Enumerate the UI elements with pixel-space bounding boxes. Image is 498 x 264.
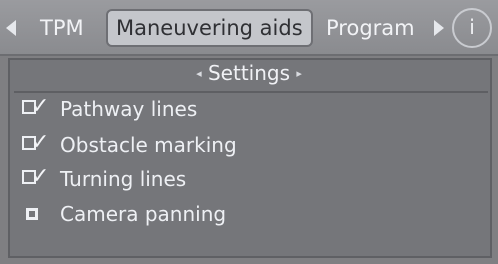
- option-pathway-lines[interactable]: ✓ Pathway lines: [22, 94, 322, 124]
- header-divider: [14, 91, 488, 93]
- scroll-right-icon[interactable]: [434, 20, 444, 36]
- checkbox-unchecked-icon: [26, 208, 38, 220]
- header-left-arrow-icon: ◂: [196, 67, 202, 80]
- tab-bar: TPM Maneuvering aids Program i: [0, 0, 498, 56]
- checkmark-icon: ✓: [31, 94, 50, 119]
- tab-program[interactable]: Program: [326, 10, 415, 46]
- option-camera-panning[interactable]: Camera panning: [22, 199, 342, 229]
- tab-tpm[interactable]: TPM: [40, 10, 84, 46]
- settings-header[interactable]: ◂ Settings ▸: [10, 58, 488, 88]
- info-icon[interactable]: i: [452, 8, 492, 48]
- settings-title: Settings: [207, 61, 291, 85]
- option-turning-lines[interactable]: ✓ Turning lines: [22, 164, 322, 194]
- option-obstacle-marking[interactable]: ✓ Obstacle marking: [22, 130, 342, 160]
- header-right-arrow-icon: ▸: [296, 67, 302, 80]
- checkmark-icon: ✓: [31, 130, 50, 155]
- checkmark-icon: ✓: [31, 164, 50, 189]
- option-label: Turning lines: [60, 167, 187, 191]
- option-label: Obstacle marking: [60, 133, 237, 157]
- scroll-left-icon[interactable]: [6, 20, 16, 36]
- option-label: Camera panning: [60, 202, 227, 226]
- idrive-settings-screen: TPM Maneuvering aids Program i ◂ Setting…: [0, 0, 498, 264]
- option-label: Pathway lines: [60, 97, 198, 121]
- tab-maneuvering-aids[interactable]: Maneuvering aids: [106, 9, 313, 47]
